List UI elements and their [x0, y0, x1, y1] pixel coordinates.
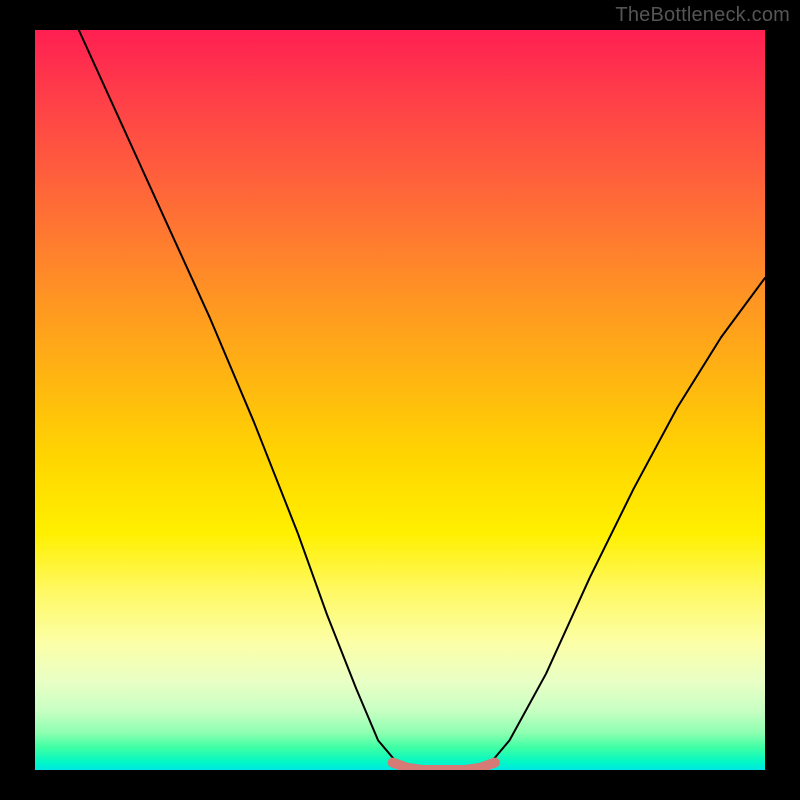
bottleneck-flat-highlight: [393, 763, 495, 770]
chart-svg: [35, 30, 765, 770]
chart-frame: TheBottleneck.com: [0, 0, 800, 800]
plot-area: [35, 30, 765, 770]
watermark-text: TheBottleneck.com: [615, 4, 790, 27]
bottleneck-curve: [79, 30, 765, 770]
